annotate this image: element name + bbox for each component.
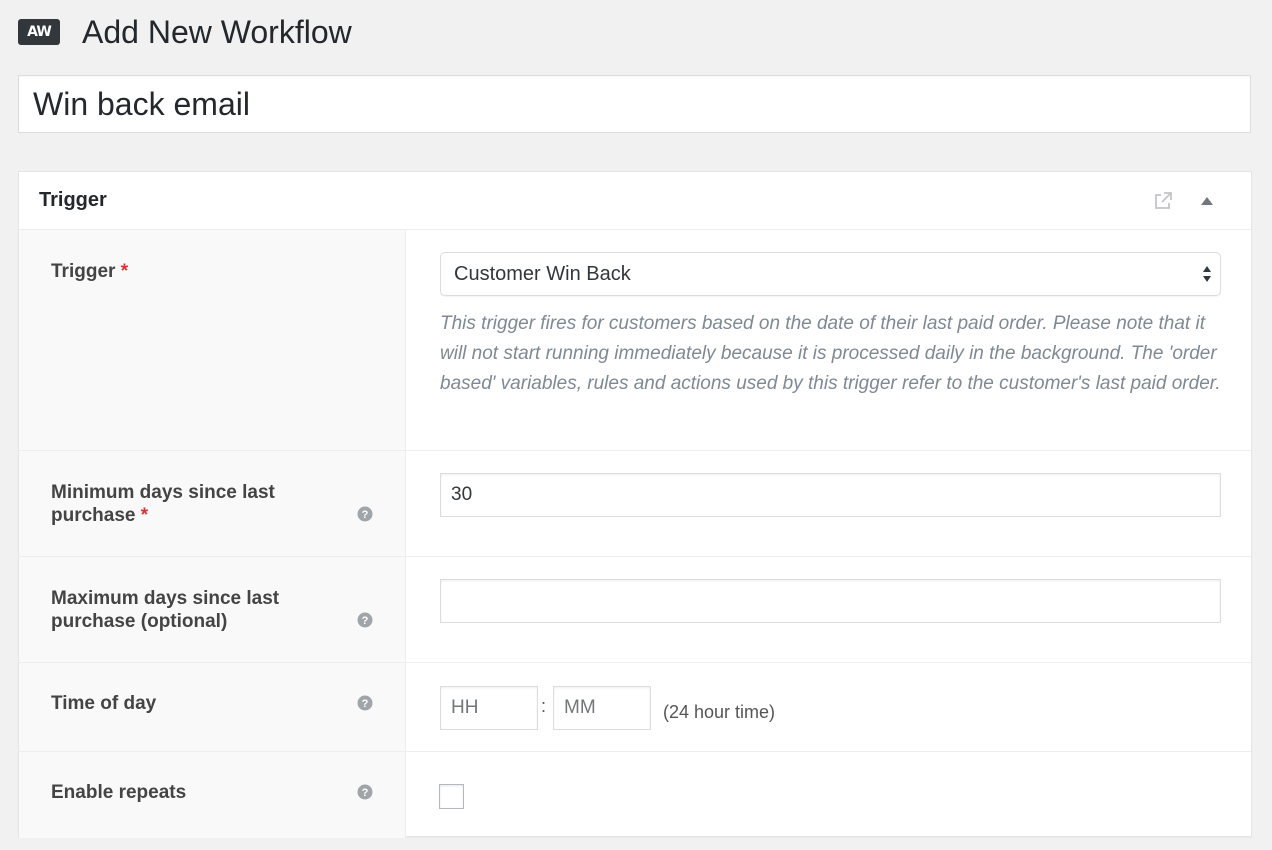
hours-input[interactable] bbox=[440, 686, 538, 730]
panel-title: Trigger bbox=[39, 189, 107, 211]
time-format-note: (24 hour time) bbox=[663, 702, 776, 722]
enable-repeats-label: Enable repeats bbox=[51, 782, 187, 803]
enable-repeats-row: Enable repeats ? bbox=[19, 752, 1251, 838]
enable-repeats-checkbox[interactable] bbox=[439, 784, 464, 809]
trigger-select[interactable]: Customer Win Back bbox=[440, 252, 1221, 296]
label-cell: Time of day ? bbox=[19, 663, 406, 751]
label-cell: Minimum days since last purchase * ? bbox=[19, 451, 406, 556]
label-cell: Trigger * bbox=[19, 230, 406, 450]
svg-text:?: ? bbox=[362, 698, 369, 710]
time-separator: : bbox=[541, 696, 547, 716]
label-cell: Enable repeats ? bbox=[19, 752, 406, 838]
help-icon[interactable]: ? bbox=[357, 612, 373, 628]
minutes-input[interactable] bbox=[553, 686, 651, 730]
trigger-panel: Trigger Trigger * Customer Win Back This… bbox=[18, 171, 1252, 838]
min-days-label: Minimum days since last purchase * bbox=[51, 482, 275, 526]
field-cell bbox=[406, 752, 1251, 838]
time-of-day-label: Time of day bbox=[51, 693, 157, 714]
external-link-icon[interactable] bbox=[1153, 191, 1173, 211]
max-days-label: Maximum days since last purchase (optiona… bbox=[51, 588, 280, 632]
max-days-row: Maximum days since last purchase (optiona… bbox=[19, 557, 1251, 663]
select-arrows-icon bbox=[1203, 266, 1211, 282]
label-cell: Maximum days since last purchase (optiona… bbox=[19, 557, 406, 662]
svg-text:?: ? bbox=[362, 787, 369, 799]
help-icon[interactable]: ? bbox=[357, 506, 373, 522]
max-days-input[interactable] bbox=[440, 579, 1221, 623]
min-days-row: Minimum days since last purchase * ? bbox=[19, 451, 1251, 557]
page-header: AW Add New Workflow bbox=[18, 12, 352, 52]
svg-text:?: ? bbox=[362, 615, 369, 627]
automatewoo-logo: AW bbox=[18, 19, 60, 45]
required-mark: * bbox=[120, 261, 129, 282]
panel-header: Trigger bbox=[19, 172, 1251, 230]
field-cell: Customer Win Back This trigger fires for… bbox=[406, 230, 1251, 450]
collapse-arrow-icon[interactable] bbox=[1199, 193, 1215, 209]
workflow-title-input[interactable] bbox=[18, 75, 1251, 133]
trigger-label: Trigger * bbox=[51, 261, 129, 282]
help-icon[interactable]: ? bbox=[357, 784, 373, 800]
required-mark: * bbox=[140, 505, 149, 526]
time-of-day-row: Time of day ? : (24 hour time) bbox=[19, 663, 1251, 752]
min-days-input[interactable] bbox=[440, 473, 1221, 517]
field-cell: : (24 hour time) bbox=[406, 663, 1251, 751]
svg-text:?: ? bbox=[362, 509, 369, 521]
trigger-select-value: Customer Win Back bbox=[454, 262, 631, 285]
page-title: Add New Workflow bbox=[82, 13, 352, 50]
trigger-row: Trigger * Customer Win Back This trigger… bbox=[19, 230, 1251, 451]
field-cell bbox=[406, 557, 1251, 662]
help-icon[interactable]: ? bbox=[357, 695, 373, 711]
trigger-description: This trigger fires for customers based o… bbox=[440, 313, 1221, 394]
field-cell bbox=[406, 451, 1251, 556]
